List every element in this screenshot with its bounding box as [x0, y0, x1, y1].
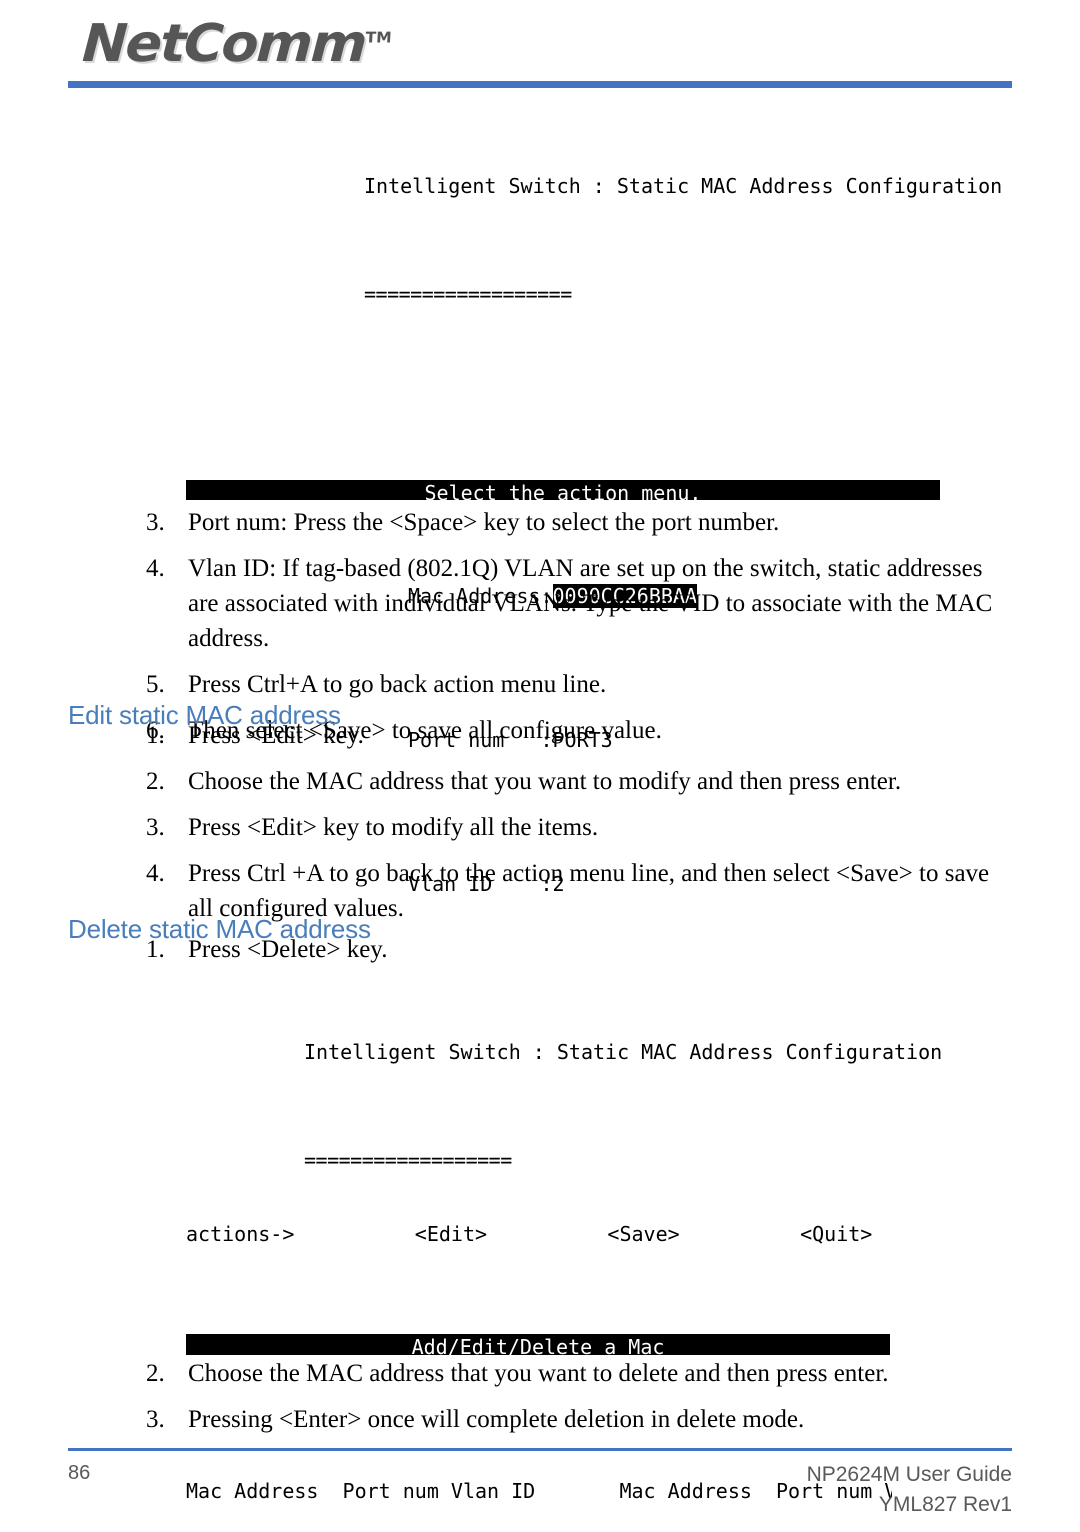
list-item-text: Press Ctrl+A to go back action menu line…	[188, 671, 607, 698]
list-item-text: Choose the MAC address that you want to …	[188, 768, 902, 795]
trademark-symbol: TM	[365, 28, 393, 47]
terminal-one-statusbar: Select the action menu.	[186, 480, 940, 500]
list-item: 1. Press <Edit> key.	[146, 718, 1016, 753]
list-item-number: 3.	[146, 1406, 165, 1433]
list-item-number: 1.	[146, 936, 165, 963]
logo-wordmark: NetComm	[80, 14, 367, 74]
footer-document-info: NP2624M User Guide YML827 Rev1	[807, 1460, 1012, 1520]
list-item-number: 2.	[146, 768, 165, 795]
edit-steps-list: 1. Press <Edit> key. 2. Choose the MAC a…	[146, 718, 1016, 937]
list-item-text: Press <Edit> key to modify all the items…	[188, 814, 599, 841]
list-item: 3. Press <Edit> key to modify all the it…	[146, 810, 1016, 845]
list-item: 2. Choose the MAC address that you want …	[146, 1356, 1016, 1391]
terminal-one-title: Intelligent Switch : Static MAC Address …	[364, 174, 1003, 198]
list-item-text: Choose the MAC address that you want to …	[188, 1360, 889, 1387]
list-item-text: Press <Edit> key.	[188, 722, 364, 749]
document-page: NetCommTM Intelligent Switch : Static MA…	[0, 0, 1080, 1532]
list-item-number: 1.	[146, 722, 165, 749]
list-item-text: Pressing <Enter> once will complete dele…	[188, 1406, 805, 1433]
list-item: 2. Choose the MAC address that you want …	[146, 764, 1016, 799]
table-header-row: Mac Address Port num Vlan ID Mac Address…	[186, 1479, 892, 1503]
list-item-number: 2.	[146, 1360, 165, 1387]
list-item-number: 3.	[146, 509, 165, 536]
list-item-text: Vlan ID: If tag-based (802.1Q) VLAN are …	[188, 555, 993, 652]
footer-divider	[68, 1448, 1012, 1451]
list-item: 5. Press Ctrl+A to go back action menu l…	[146, 667, 1016, 702]
list-item: 3. Port num: Press the <Space> key to se…	[146, 505, 1016, 540]
list-item-text: Port num: Press the <Space> key to selec…	[188, 509, 780, 536]
terminal-one-title-rule: ==================	[364, 282, 572, 306]
terminal-two-title-rule: ==================	[304, 1148, 512, 1172]
footer-guide-title: NP2624M User Guide	[806, 1463, 1012, 1486]
terminal-two-statusbar: Add/Edit/Delete a Mac	[186, 1334, 890, 1355]
footer-revision: YML827 Rev1	[878, 1493, 1012, 1516]
list-item-number: 5.	[146, 671, 165, 698]
list-item-number: 4.	[146, 555, 165, 582]
page-header: NetCommTM	[0, 0, 1080, 90]
delete-steps-list-rest: 2. Choose the MAC address that you want …	[146, 1356, 1016, 1448]
list-item: 3. Pressing <Enter> once will complete d…	[146, 1402, 1016, 1437]
netcomm-logo: NetCommTM	[81, 14, 393, 74]
list-item-number: 4.	[146, 860, 165, 887]
list-item-number: 3.	[146, 814, 165, 841]
list-item: 4. Vlan ID: If tag-based (802.1Q) VLAN a…	[146, 551, 1016, 656]
header-divider	[68, 81, 1012, 88]
terminal-two-title: Intelligent Switch : Static MAC Address …	[304, 1040, 943, 1064]
page-number: 86	[68, 1462, 91, 1484]
